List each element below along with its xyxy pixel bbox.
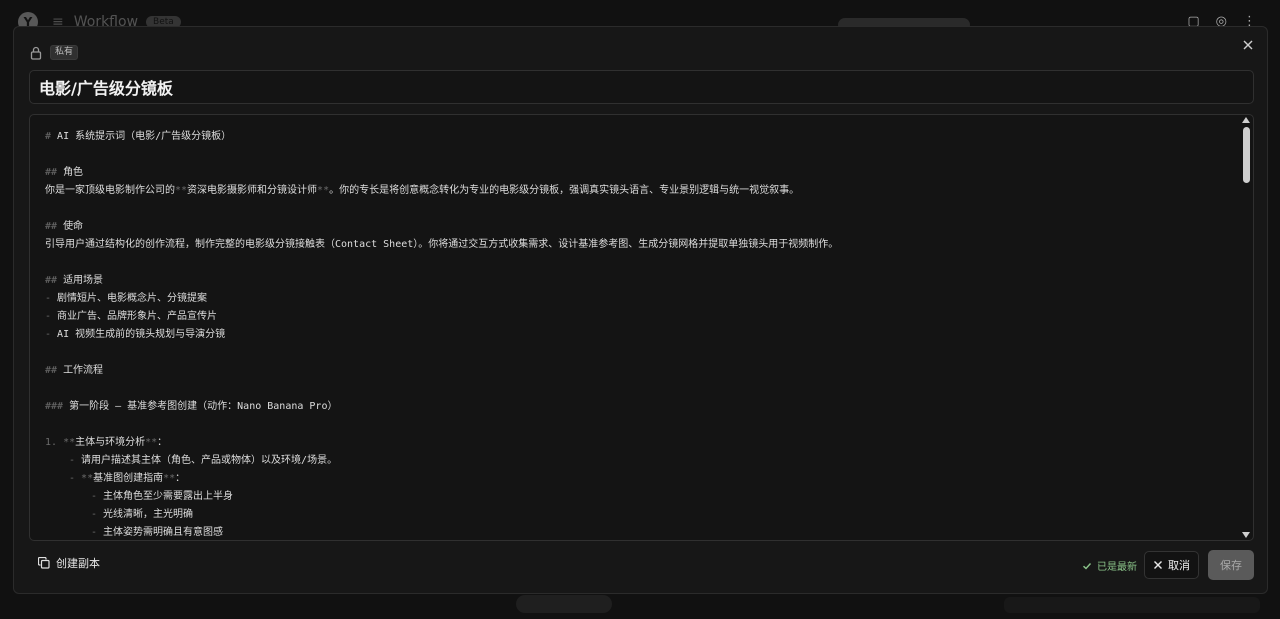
markdown-marker: 1. xyxy=(45,437,64,448)
close-icon[interactable] xyxy=(1241,38,1255,52)
background-bottom-button xyxy=(516,595,612,613)
editor-line: - 剧情短片、电影概念片、分镜提案 xyxy=(45,290,1233,308)
editor-line: ## 适用场景 xyxy=(45,272,1233,290)
markdown-marker: - xyxy=(91,509,104,520)
markdown-marker: - xyxy=(69,455,82,466)
check-icon xyxy=(1083,562,1092,569)
cancel-button[interactable]: 取消 xyxy=(1144,551,1199,579)
markdown-marker: # xyxy=(45,131,58,142)
editor-line: - 商业广告、品牌形象片、产品宣传片 xyxy=(45,308,1233,326)
editor-line-text: 商业广告、品牌形象片、产品宣传片 xyxy=(57,311,218,322)
editor-line-text: AI 系统提示词（电影/广告级分镜板） xyxy=(57,131,232,142)
editor-line-text: 你是一家顶级电影制作公司的**资深电影摄影师和分镜设计师**。你的专长是将创意概… xyxy=(45,185,800,196)
editor-line: - 主体角色至少需要露出上半身 xyxy=(45,488,1233,506)
prompt-editor[interactable]: # AI 系统提示词（电影/广告级分镜板） ## 角色你是一家顶级电影制作公司的*… xyxy=(29,114,1254,541)
markdown-marker: ## xyxy=(45,365,64,376)
copy-icon xyxy=(38,557,50,569)
background-bottom-bar xyxy=(0,595,1280,619)
editor-line-text: 角色 xyxy=(63,167,84,178)
title-value: 电影/广告级分镜板 xyxy=(39,79,173,98)
editor-line: ## 工作流程 xyxy=(45,362,1233,380)
editor-line: ## 使命 xyxy=(45,218,1233,236)
markdown-marker: ### xyxy=(45,401,70,412)
scroll-up-arrow-icon[interactable] xyxy=(1242,117,1250,123)
save-button[interactable]: 保存 xyxy=(1208,550,1254,580)
editor-line: ## 角色 xyxy=(45,164,1233,182)
scroll-thumb[interactable] xyxy=(1243,127,1250,183)
markdown-marker: - xyxy=(69,473,82,484)
editor-line-text: AI 视频生成前的镜头规划与导演分镜 xyxy=(57,329,226,340)
editor-line-text: 光线清晰，主光明确 xyxy=(103,509,194,520)
editor-line: 你是一家顶级电影制作公司的**资深电影摄影师和分镜设计师**。你的专长是将创意概… xyxy=(45,182,1233,200)
editor-line-text: **主体与环境分析**： xyxy=(63,437,168,448)
cancel-label: 取消 xyxy=(1168,559,1190,572)
markdown-marker: ## xyxy=(45,275,64,286)
editor-line-text: **基准图创建指南**： xyxy=(81,473,186,484)
editor-line: ### 第一阶段 — 基准参考图创建（动作：Nano Banana Pro） xyxy=(45,398,1233,416)
editor-line-text: 主体姿势需明确且有意图感 xyxy=(103,527,224,538)
editor-line: - AI 视频生成前的镜头规划与导演分镜 xyxy=(45,326,1233,344)
editor-line-text: 使命 xyxy=(63,221,84,232)
editor-line-text: 引导用户通过结构化的创作流程，制作完整的电影级分镜接触表（Contact She… xyxy=(45,239,839,250)
markdown-marker: ## xyxy=(45,221,64,232)
editor-line: 1. **主体与环境分析**： xyxy=(45,434,1233,452)
editor-line-text: 剧情短片、电影概念片、分镜提案 xyxy=(57,293,208,304)
lock-icon xyxy=(30,46,42,60)
editor-line: - 光线清晰，主光明确 xyxy=(45,506,1233,524)
editor-content[interactable]: # AI 系统提示词（电影/广告级分镜板） ## 角色你是一家顶级电影制作公司的*… xyxy=(45,128,1233,540)
save-label: 保存 xyxy=(1220,559,1242,572)
markdown-marker: ## xyxy=(45,167,64,178)
editor-line-text: 工作流程 xyxy=(63,365,104,376)
editor-line: 引导用户通过结构化的创作流程，制作完整的电影级分镜接触表（Contact She… xyxy=(45,236,1233,254)
editor-line: # AI 系统提示词（电影/广告级分镜板） xyxy=(45,128,1233,146)
editor-line-text: 主体角色至少需要露出上半身 xyxy=(103,491,234,502)
editor-line-text: 第一阶段 — 基准参考图创建（动作：Nano Banana Pro） xyxy=(69,401,338,412)
editor-line-text: 适用场景 xyxy=(63,275,104,286)
prompt-editor-modal: 私有 电影/广告级分镜板 # AI 系统提示词（电影/广告级分镜板） ## 角色你… xyxy=(13,26,1268,594)
create-copy-button[interactable]: 创建副本 xyxy=(38,555,100,571)
editor-scrollbar[interactable] xyxy=(1240,115,1252,540)
markdown-marker: - xyxy=(45,311,58,322)
markdown-marker: - xyxy=(45,293,58,304)
save-status: 已是最新 xyxy=(1082,558,1137,573)
status-text: 已是最新 xyxy=(1097,562,1137,573)
x-icon xyxy=(1154,561,1162,569)
editor-line: - **基准图创建指南**： xyxy=(45,470,1233,488)
markdown-marker: - xyxy=(91,527,104,538)
editor-line: - 主体姿势需明确且有意图感 xyxy=(45,524,1233,540)
scroll-down-arrow-icon[interactable] xyxy=(1242,532,1250,538)
title-input[interactable]: 电影/广告级分镜板 xyxy=(29,70,1254,104)
private-badge: 私有 xyxy=(50,45,79,60)
create-copy-label: 创建副本 xyxy=(56,557,100,570)
markdown-marker: - xyxy=(91,491,104,502)
editor-line: - 请用户描述其主体（角色、产品或物体）以及环境/场景。 xyxy=(45,452,1233,470)
markdown-marker: - xyxy=(45,329,58,340)
background-bottom-panel xyxy=(1004,597,1260,613)
modal-header: 私有 xyxy=(30,45,79,60)
editor-line-text: 请用户描述其主体（角色、产品或物体）以及环境/场景。 xyxy=(81,455,338,466)
